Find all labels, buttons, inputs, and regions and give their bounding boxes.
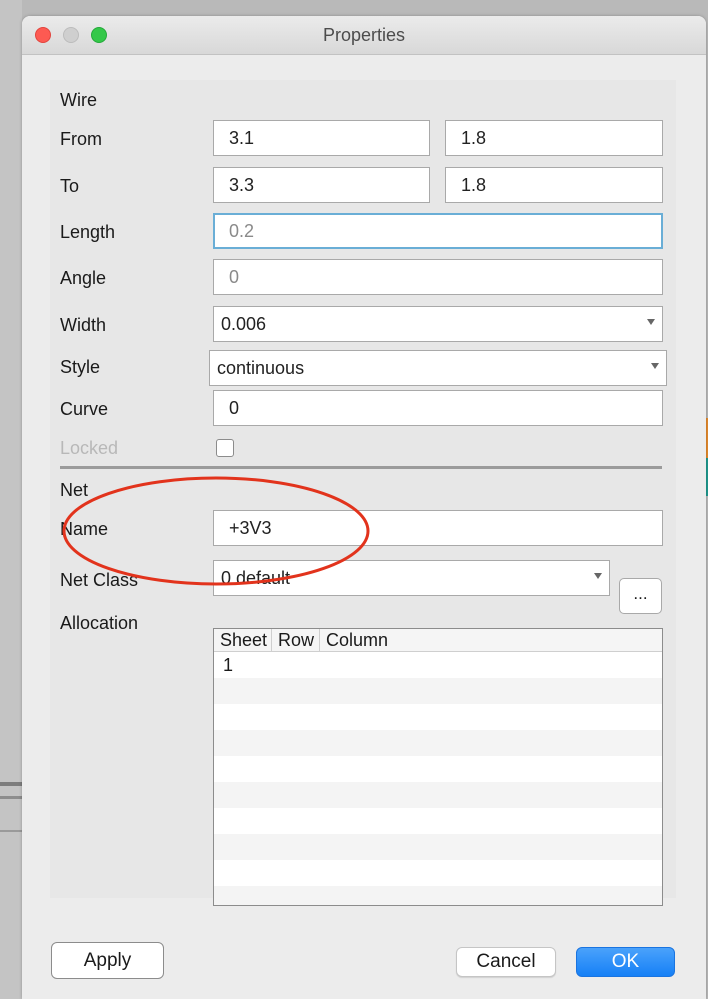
table-header: Sheet Row Column bbox=[214, 629, 662, 652]
chevron-down-icon bbox=[647, 319, 655, 325]
width-dropdown[interactable]: 0.006 bbox=[213, 306, 663, 342]
from-y-field[interactable]: 1.8 bbox=[445, 120, 663, 156]
style-dropdown-value: continuous bbox=[217, 358, 305, 378]
angle-label: Angle bbox=[60, 268, 107, 288]
angle-field[interactable]: 0 bbox=[213, 259, 663, 295]
length-field[interactable]: 0.2 bbox=[213, 213, 663, 249]
title-bar: Properties bbox=[22, 16, 706, 55]
width-label: Width bbox=[60, 315, 107, 335]
curve-field[interactable]: 0 bbox=[213, 390, 663, 426]
to-x-field[interactable]: 3.3 bbox=[213, 167, 430, 203]
from-x-field[interactable]: 3.1 bbox=[213, 120, 430, 156]
net-section-label: Net bbox=[60, 480, 89, 500]
table-row[interactable]: 1 bbox=[214, 652, 662, 678]
curve-label: Curve bbox=[60, 399, 109, 419]
properties-dialog: Properties Wire From 3.1 1.8 To 3.3 1.8 … bbox=[22, 16, 706, 999]
width-dropdown-value: 0.006 bbox=[221, 314, 267, 334]
background-divider bbox=[0, 830, 22, 832]
table-row-empty bbox=[214, 886, 662, 905]
allocation-table[interactable]: Sheet Row Column 1 bbox=[213, 628, 663, 906]
table-row-empty bbox=[214, 704, 662, 730]
column-header-column[interactable]: Column bbox=[320, 629, 520, 651]
background-app bbox=[0, 0, 22, 999]
locked-checkbox[interactable] bbox=[216, 439, 234, 457]
section-divider bbox=[60, 466, 662, 469]
wire-section-label: Wire bbox=[60, 90, 97, 110]
net-class-label: Net Class bbox=[60, 570, 139, 590]
table-row-empty bbox=[214, 834, 662, 860]
ok-button[interactable]: OK bbox=[576, 947, 675, 977]
net-name-field[interactable]: +3V3 bbox=[213, 510, 663, 546]
name-label: Name bbox=[60, 519, 109, 539]
background-divider bbox=[0, 796, 22, 799]
background-divider bbox=[0, 782, 22, 786]
cancel-button[interactable]: Cancel bbox=[456, 947, 556, 977]
chevron-down-icon bbox=[594, 573, 602, 579]
table-cell-sheet: 1 bbox=[223, 655, 234, 675]
table-row-empty bbox=[214, 808, 662, 834]
to-y-field[interactable]: 1.8 bbox=[445, 167, 663, 203]
window-title: Properties bbox=[322, 25, 406, 45]
table-row-empty bbox=[214, 730, 662, 756]
net-class-more-button[interactable]: ... bbox=[619, 578, 662, 614]
from-label: From bbox=[60, 129, 102, 149]
length-label: Length bbox=[60, 222, 116, 242]
net-class-dropdown[interactable]: 0 default bbox=[213, 560, 610, 596]
table-row-empty bbox=[214, 860, 662, 886]
apply-button[interactable]: Apply bbox=[51, 942, 164, 979]
chevron-down-icon bbox=[651, 363, 659, 369]
column-header-row[interactable]: Row bbox=[272, 629, 320, 651]
net-class-dropdown-value: 0 default bbox=[221, 568, 291, 588]
to-label: To bbox=[60, 176, 80, 196]
style-label: Style bbox=[60, 357, 101, 377]
table-row-empty bbox=[214, 678, 662, 704]
table-row-empty bbox=[214, 756, 662, 782]
allocation-label: Allocation bbox=[60, 613, 139, 633]
style-dropdown[interactable]: continuous bbox=[209, 350, 667, 386]
table-row-empty bbox=[214, 782, 662, 808]
locked-label: Locked bbox=[60, 438, 119, 458]
column-header-sheet[interactable]: Sheet bbox=[214, 629, 272, 651]
